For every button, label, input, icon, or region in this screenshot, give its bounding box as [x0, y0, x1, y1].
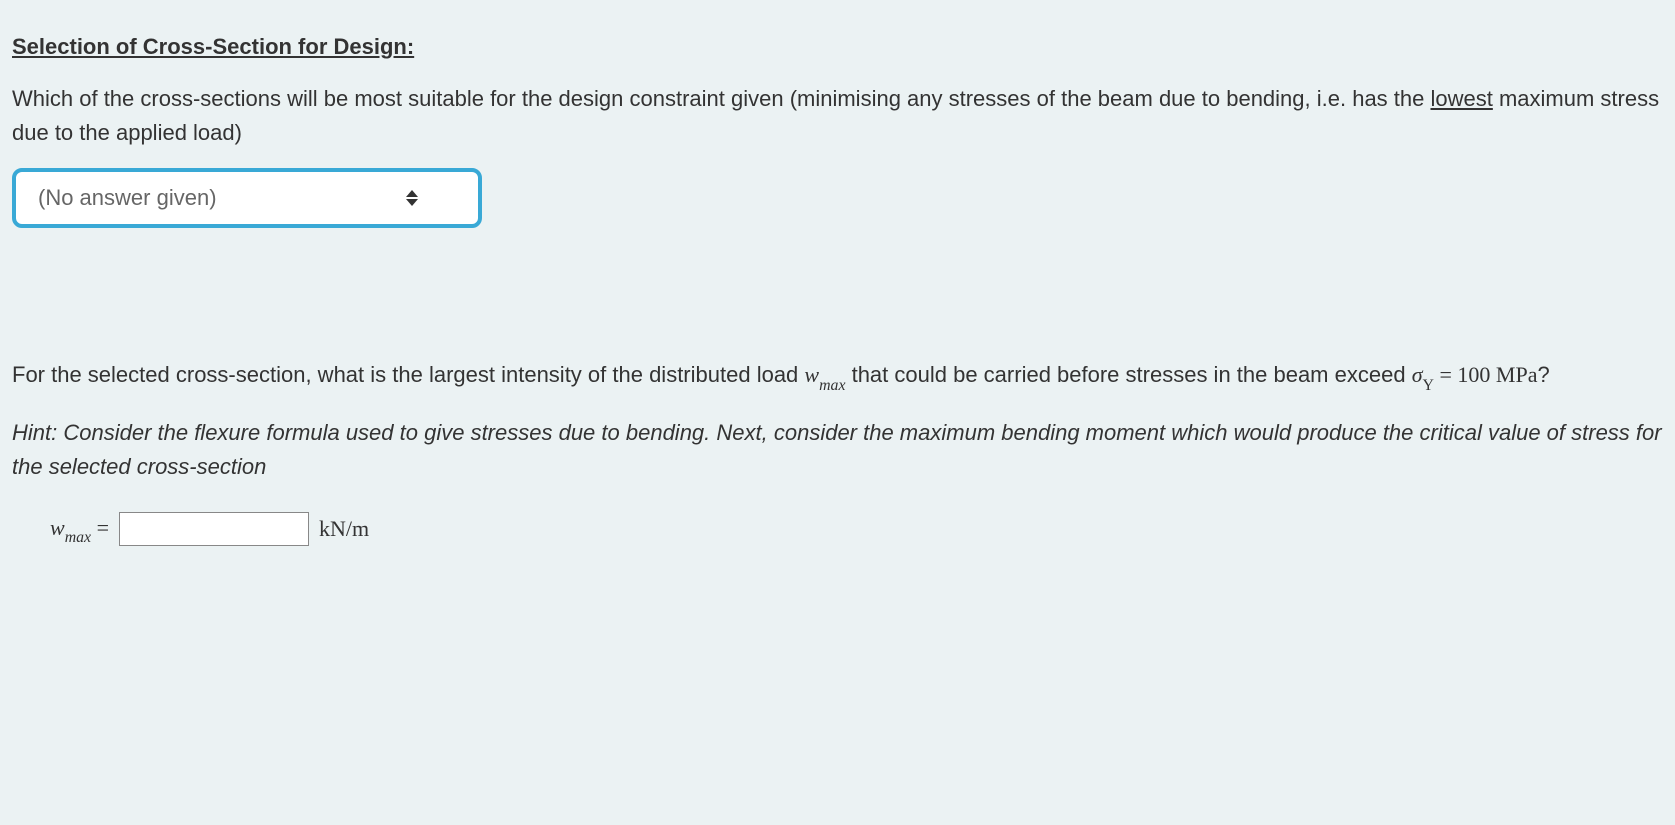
select-arrows-icon — [406, 190, 418, 206]
q2-wmax-sub: max — [819, 377, 845, 394]
answer-var: w — [50, 515, 65, 540]
wmax-input[interactable] — [119, 512, 309, 546]
q2-part1: For the selected cross-section, what is … — [12, 362, 804, 387]
q2-qmark: ? — [1537, 362, 1549, 387]
answer-row: wmax = kN/m — [50, 511, 1663, 549]
question-2-text: For the selected cross-section, what is … — [12, 358, 1663, 396]
q1-lowest: lowest — [1430, 86, 1492, 111]
cross-section-select[interactable]: (No answer given) — [12, 168, 482, 228]
question-1-text: Which of the cross-sections will be most… — [12, 82, 1663, 150]
hint-text: Hint: Consider the flexure formula used … — [12, 416, 1663, 484]
q2-sigma-sub: Y — [1423, 377, 1434, 394]
answer-label: wmax = — [50, 511, 109, 549]
answer-unit: kN/m — [319, 512, 369, 546]
select-placeholder: (No answer given) — [38, 181, 217, 215]
q2-part2: that could be carried before stresses in… — [845, 362, 1411, 387]
answer-sub: max — [65, 529, 91, 546]
q1-part1: Which of the cross-sections will be most… — [12, 86, 1430, 111]
q2-eq: = 100 MPa — [1434, 362, 1537, 387]
answer-eq: = — [91, 515, 109, 540]
q2-wmax-var: w — [804, 362, 819, 387]
q2-sigma: σ — [1412, 362, 1423, 387]
section-heading: Selection of Cross-Section for Design: — [12, 30, 1663, 64]
